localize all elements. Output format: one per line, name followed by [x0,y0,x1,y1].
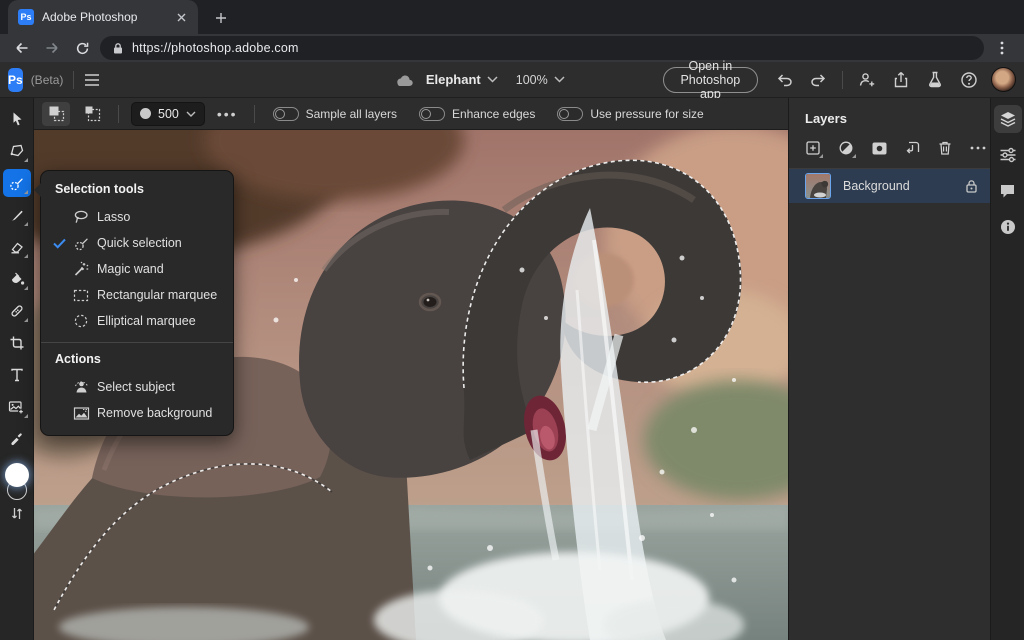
share-export-icon[interactable] [889,68,913,92]
menu-item-lasso[interactable]: Lasso [41,204,233,230]
select-subject-icon [73,379,97,395]
healing-tool[interactable] [3,297,31,325]
menu-item-elliptical-marquee[interactable]: Elliptical marquee [41,308,233,334]
more-options-icon[interactable]: ••• [213,106,242,122]
crop-tool[interactable] [3,329,31,357]
lasso-icon [73,209,97,225]
sample-all-layers-toggle[interactable]: Sample all layers [272,106,405,121]
cloud-document-icon [397,75,413,86]
open-in-photoshop-button[interactable]: Open in Photoshop app [662,59,758,101]
help-icon[interactable] [957,68,981,92]
delete-layer-icon[interactable] [935,138,955,158]
tab-close-icon[interactable] [172,8,190,26]
place-image-tool[interactable] [3,393,31,421]
add-layer-icon[interactable] [803,138,823,158]
type-tool[interactable] [3,361,31,389]
layer-row-background[interactable]: Background [789,169,990,203]
photoshop-favicon: Ps [18,9,34,25]
fill-tool[interactable] [3,265,31,293]
document-name: Elephant [425,72,481,87]
size-chevron-down-icon [186,111,196,117]
layer-thumbnail [805,173,831,199]
foreground-color-well[interactable] [4,463,29,487]
zoom-chevron-down-icon[interactable] [554,76,565,83]
lock-icon [114,42,122,53]
layers-panel: Layers Background [788,98,990,640]
enhance-edges-toggle[interactable]: Enhance edges [418,106,543,121]
hamburger-menu-icon[interactable] [84,68,100,92]
menu-title: Selection tools [55,182,144,196]
browser-tab[interactable]: Ps Adobe Photoshop [8,0,198,34]
ps-logo: Ps [8,67,23,92]
new-tab-button[interactable] [208,5,234,31]
subtract-from-selection-icon[interactable] [78,102,106,126]
move-tool[interactable] [3,105,31,133]
menu-item-quick-selection[interactable]: Quick selection [41,230,233,256]
tool-dock [0,98,34,640]
browser-tabstrip: Ps Adobe Photoshop [0,0,1024,34]
info-rail-icon[interactable] [994,213,1022,241]
adjustments-rail-icon[interactable] [994,141,1022,169]
swap-colors-icon[interactable] [10,506,24,521]
magic-wand-icon [73,261,97,277]
brush-size-value: 500 [158,106,179,121]
doc-chevron-down-icon[interactable] [487,76,498,83]
user-avatar[interactable] [991,67,1016,92]
brush-tool[interactable] [3,201,31,229]
tool-options-bar: 500 ••• Sample all layers Enhance edges … [34,98,788,130]
add-to-selection-icon[interactable] [42,101,70,126]
group-layer-icon[interactable] [902,138,922,158]
brush-size-dropdown[interactable]: 500 [131,101,205,126]
photoshop-web-window: Ps Adobe Photoshop https://photoshop.ado… [0,0,1024,640]
check-icon [53,238,73,249]
undo-icon[interactable] [772,68,796,92]
beta-flask-icon[interactable] [923,68,947,92]
toggle-switch [557,106,584,121]
menu-item-select-subject[interactable]: Select subject [41,374,233,400]
panel-rail [990,98,1024,640]
layer-lock-icon[interactable] [965,179,978,193]
eraser-tool[interactable] [3,233,31,261]
comments-rail-icon[interactable] [994,177,1022,205]
redo-icon[interactable] [806,68,830,92]
lasso-tool[interactable] [3,137,31,165]
app-header: Ps (Beta) Elephant 100% Open in Photosho… [0,59,1024,101]
reload-icon[interactable] [70,36,94,60]
layer-name: Background [843,179,910,193]
selection-tools-menu: Selection tools Lasso Quick selection Ma… [34,170,234,436]
zoom-level[interactable]: 100% [516,73,548,87]
menu-item-remove-background[interactable]: Remove background [41,400,233,426]
menu-item-magic-wand[interactable]: Magic wand [41,256,233,282]
adjustment-layer-icon[interactable] [836,138,856,158]
url-bar[interactable]: https://photoshop.adobe.com [100,36,984,60]
url-text: https://photoshop.adobe.com [132,41,299,55]
back-icon[interactable] [10,36,34,60]
layers-rail-icon[interactable] [993,105,1022,133]
quick-selection-tool[interactable] [2,169,31,197]
layers-panel-title: Layers [805,111,847,126]
use-pressure-toggle[interactable]: Use pressure for size [557,106,711,121]
tab-title: Adobe Photoshop [42,10,138,24]
invite-user-icon[interactable] [855,68,879,92]
browser-addressbar: https://photoshop.adobe.com [0,34,1024,62]
beta-label: (Beta) [30,72,64,87]
menu-item-rectangular-marquee[interactable]: Rectangular marquee [41,282,233,308]
toggle-switch [272,106,299,121]
quick-selection-icon [73,235,97,252]
layers-more-icon[interactable] [968,138,988,158]
eyedropper-tool[interactable] [3,425,31,453]
brush-preview-icon [140,108,151,119]
rectangular-marquee-icon [73,288,97,303]
remove-background-icon [73,406,97,421]
elliptical-marquee-icon [73,313,97,329]
browser-menu-icon[interactable] [990,36,1014,60]
actions-title: Actions [55,352,101,366]
toggle-switch [418,106,445,121]
forward-icon[interactable] [40,36,64,60]
layer-mask-icon[interactable] [869,138,889,158]
